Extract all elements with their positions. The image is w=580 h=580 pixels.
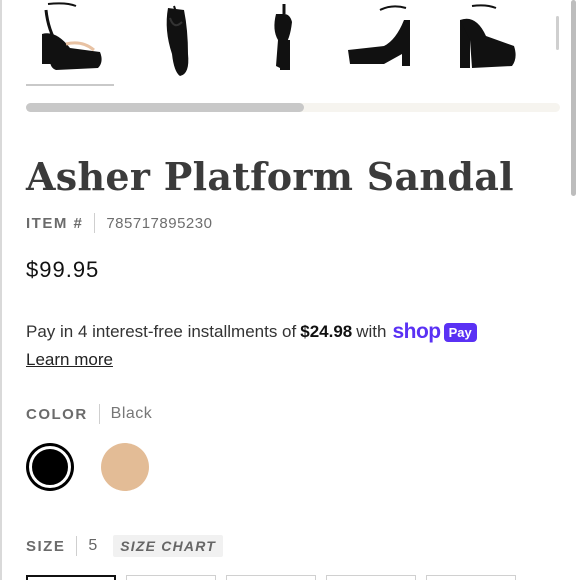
selected-size: 5: [88, 537, 98, 554]
page-scrollbar[interactable]: [571, 0, 576, 196]
size-option[interactable]: [326, 575, 416, 580]
size-row: SIZE 5 SIZE CHART: [26, 535, 223, 557]
sandal-image: [460, 4, 516, 68]
size-option[interactable]: [426, 575, 516, 580]
installments-text: Pay in 4 interest-free installments of $…: [26, 320, 477, 344]
size-options: [26, 575, 580, 580]
sandal-image: [274, 4, 292, 70]
size-option[interactable]: [226, 575, 316, 580]
product-page: Asher Platform Sandal ITEM # 78571789523…: [0, 0, 580, 580]
selected-color: Black: [110, 405, 153, 422]
thumbnail-back[interactable]: [242, 0, 330, 80]
thumbnail-angle[interactable]: [450, 0, 538, 80]
product-price: $99.95: [26, 257, 100, 282]
carousel-scroll-thumb[interactable]: [26, 103, 304, 112]
installment-amount: $24.98: [300, 322, 353, 341]
divider: [94, 213, 96, 233]
item-number: 785717895230: [106, 214, 213, 232]
shop-pay-badge: Pay: [443, 322, 477, 342]
size-label: SIZE: [26, 537, 66, 555]
carousel-scrollbar[interactable]: [26, 103, 560, 112]
color-label: COLOR: [26, 405, 88, 423]
thumbnail-profile[interactable]: [344, 0, 432, 80]
thumbnail-front[interactable]: [26, 0, 114, 86]
installments-suffix: with: [356, 322, 387, 341]
color-swatch-black[interactable]: [29, 446, 71, 488]
learn-more-link[interactable]: Learn more: [26, 350, 113, 370]
size-option[interactable]: [26, 575, 116, 580]
size-chart-button[interactable]: SIZE CHART: [113, 535, 223, 557]
sandal-image: [166, 5, 189, 76]
sandal-image: [348, 5, 410, 66]
item-label: ITEM #: [26, 214, 84, 232]
thumbnail-side[interactable]: [134, 0, 222, 80]
installments-prefix: Pay in 4 interest-free installments of: [26, 322, 297, 341]
product-title: Asher Platform Sandal: [26, 154, 514, 199]
color-swatch-nude[interactable]: [101, 443, 149, 491]
divider: [98, 404, 100, 424]
divider: [76, 536, 78, 556]
thumbnail-partial: [556, 16, 559, 50]
size-option[interactable]: [126, 575, 216, 580]
thumbnail-strip[interactable]: [26, 0, 566, 86]
color-row: COLOR Black: [26, 404, 152, 424]
shop-logo: shop: [392, 320, 441, 343]
item-number-row: ITEM # 785717895230: [26, 213, 212, 233]
sandal-image: [42, 2, 102, 70]
